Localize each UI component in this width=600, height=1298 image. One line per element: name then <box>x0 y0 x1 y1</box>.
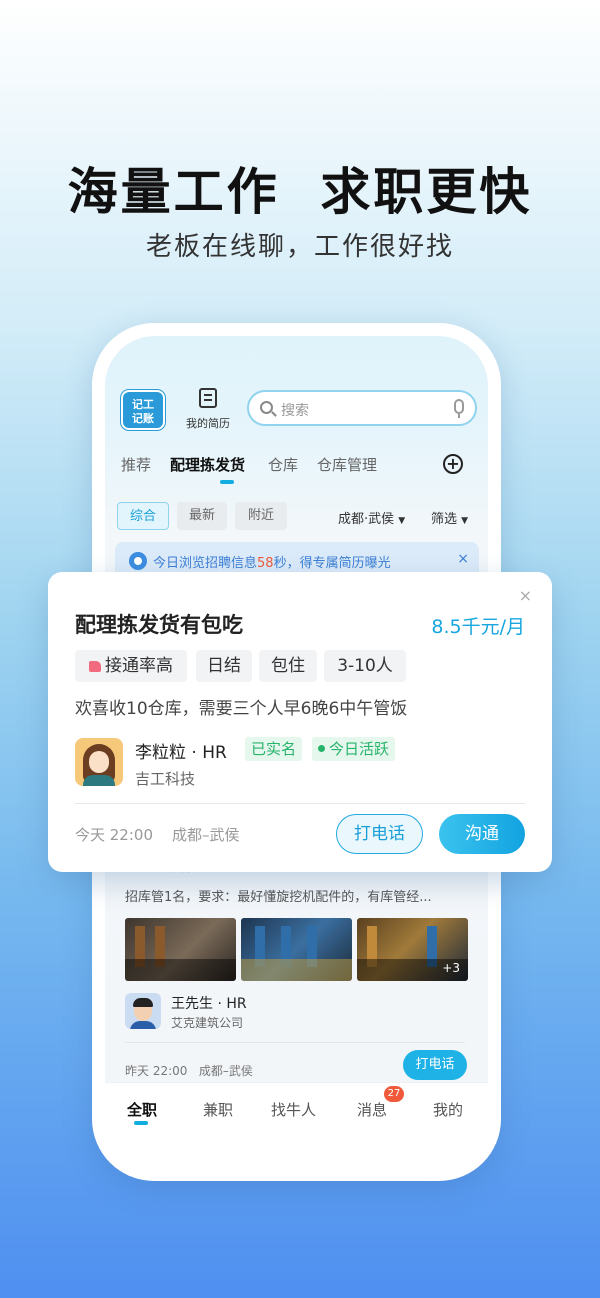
nav-find-talent[interactable]: 找牛人 <box>271 1099 316 1120</box>
search-icon <box>260 401 273 414</box>
screen-dropdown[interactable]: 筛选 ▼ <box>431 508 468 527</box>
notice-text: 今日浏览招聘信息58秒，得专属简历曝光 <box>153 552 391 571</box>
nav-part-time[interactable]: 兼职 <box>203 1099 233 1120</box>
nav-messages[interactable]: 消息 <box>357 1099 387 1120</box>
resume-doc-icon <box>199 388 217 408</box>
hr-name: 李粒粒 · HR <box>135 743 227 763</box>
notice-prefix: 今日浏览招聘信息 <box>153 556 258 571</box>
tag-daily-pay: 日结 <box>196 650 252 682</box>
avatar <box>75 738 123 786</box>
hr-name: 王先生 · HR <box>171 996 247 1012</box>
avatar <box>125 993 161 1029</box>
active-today-label: 今日活跃 <box>329 740 390 758</box>
chat-button[interactable]: 沟通 <box>439 814 525 854</box>
location-dropdown-label: 成都·武侯 <box>338 512 395 527</box>
verified-badge: 已实名 <box>245 737 303 761</box>
post-time: 今天 22:00 <box>75 826 153 844</box>
app-logo[interactable]: 记工 记账 <box>121 390 165 430</box>
notice-suffix: 秒，得专属简历曝光 <box>273 556 391 571</box>
filter-nearby[interactable]: 附近 <box>235 502 287 530</box>
job-photo[interactable] <box>241 918 352 981</box>
subline: 老板在线聊，工作很好找 <box>145 232 454 262</box>
job-description: 招库管1名，要求：最好懂旋挖机配件的，有库管经... <box>125 890 432 905</box>
tag-headcount: 3-10人 <box>324 650 406 682</box>
active-nav-indicator <box>134 1121 148 1125</box>
job-card[interactable]: 包住 社保 包吃 长期 招库管1名，要求：最好懂旋挖机配件的，有库管经... +… <box>113 856 477 1096</box>
close-icon[interactable]: × <box>457 551 469 567</box>
tag-high-connect-rate: 接通率高 <box>75 650 187 682</box>
post-location: 成都–武侯 <box>172 826 240 844</box>
job-title: 配理拣发货有包吃 <box>75 613 243 637</box>
chevron-down-icon: ▼ <box>461 516 469 526</box>
location-dropdown[interactable]: 成都·武侯 ▼ <box>338 508 405 527</box>
search-input[interactable]: 搜索 <box>247 390 477 426</box>
post-location: 成都–武侯 <box>198 1064 253 1078</box>
headline: 海量工作 求职更快 <box>67 163 533 221</box>
post-meta: 昨天 22:00 成都–武侯 <box>125 1062 253 1079</box>
status-dot-icon <box>318 745 325 752</box>
post-time: 昨天 22:00 <box>125 1064 188 1078</box>
nav-mine[interactable]: 我的 <box>433 1099 463 1120</box>
tag-housing: 包住 <box>259 650 317 682</box>
featured-job-card[interactable]: × 配理拣发货有包吃 8.5千元/月 接通率高 日结 包住 3-10人 欢喜收1… <box>48 572 552 872</box>
company-name: 吉工科技 <box>135 770 196 788</box>
chevron-down-icon: ▼ <box>398 516 406 526</box>
tag-label: 接通率高 <box>105 656 173 676</box>
my-resume-button[interactable]: 我的简历 <box>183 388 233 431</box>
screen-dropdown-label: 筛选 <box>431 512 458 527</box>
tab-warehouse-management[interactable]: 仓库管理 <box>317 454 377 475</box>
filter-latest[interactable]: 最新 <box>177 502 227 530</box>
job-photo[interactable]: +3 <box>357 918 468 981</box>
job-photo[interactable] <box>125 918 236 981</box>
add-category-icon[interactable]: + <box>443 454 463 474</box>
notice-seconds: 58 <box>257 556 274 571</box>
search-placeholder: 搜索 <box>281 403 309 419</box>
close-icon[interactable]: × <box>519 586 532 605</box>
thumbs-up-icon <box>89 661 101 672</box>
tab-picking-delivery[interactable]: 配理拣发货 <box>170 454 245 475</box>
active-tab-indicator <box>220 480 234 484</box>
category-tabs: 推荐 配理拣发货 仓库 仓库管理 <box>121 454 481 484</box>
filter-comprehensive[interactable]: 综合 <box>117 502 169 530</box>
bottom-nav: 全职 兼职 找牛人 消息 27 我的 <box>105 1082 488 1168</box>
nav-full-time[interactable]: 全职 <box>127 1099 157 1120</box>
eye-icon <box>129 552 147 570</box>
company-name: 艾克建筑公司 <box>171 1016 244 1030</box>
call-button[interactable]: 打电话 <box>336 814 423 854</box>
tab-warehouse[interactable]: 仓库 <box>268 454 298 475</box>
more-photos-count: +3 <box>442 961 460 975</box>
divider <box>75 803 525 804</box>
microphone-icon[interactable] <box>454 399 464 418</box>
job-description: 欢喜收10仓库，需要三个人早6晚6中午管饭 <box>75 699 408 719</box>
message-badge: 27 <box>384 1086 404 1102</box>
my-resume-label: 我的简历 <box>186 417 230 430</box>
divider <box>125 1042 465 1043</box>
active-today-badge: 今日活跃 <box>312 737 396 761</box>
tab-recommend[interactable]: 推荐 <box>121 454 151 475</box>
call-button[interactable]: 打电话 <box>403 1050 467 1080</box>
job-salary: 8.5千元/月 <box>431 616 525 638</box>
app-logo-text: 记工 记账 <box>132 398 154 425</box>
